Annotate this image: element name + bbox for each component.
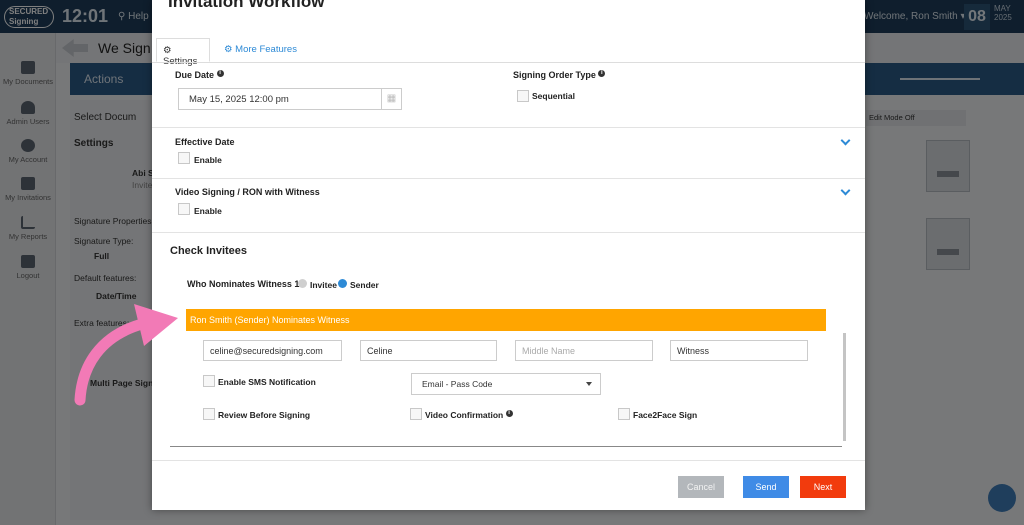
video-confirmation-checkbox[interactable] (410, 408, 422, 420)
tab-settings[interactable]: ⚙ Settings (156, 38, 210, 67)
chevron-down-icon[interactable] (840, 135, 851, 146)
pink-arrow-annotation (74, 304, 178, 406)
face2face-checkbox[interactable] (618, 408, 630, 420)
due-date-label: Due Date i (175, 70, 224, 80)
sms-notification-label: Enable SMS Notification (218, 377, 316, 387)
divider (152, 232, 865, 233)
info-icon[interactable]: i (598, 70, 606, 77)
info-icon[interactable]: i (505, 410, 513, 418)
nominator-banner: Ron Smith (Sender) Nominates Witness (186, 309, 826, 331)
authentication-select-value: Email - Pass Code (422, 379, 493, 389)
sender-radio-label: Sender (350, 280, 379, 290)
witness-last-name-input[interactable]: Witness (670, 340, 808, 361)
signing-order-label: Signing Order Type i (513, 70, 606, 80)
signing-order-label-text: Signing Order Type (513, 70, 596, 80)
witness-email-input[interactable]: celine@securedsigning.com (203, 340, 342, 361)
invitation-workflow-modal: Invitation Workflow ⚙ Settings ⚙ More Fe… (152, 0, 865, 510)
video-confirmation-text: Video Confirmation (425, 410, 504, 420)
tab-more-features-label: More Features (235, 44, 297, 55)
due-date-input[interactable]: May 15, 2025 12:00 pm ▦ (178, 88, 402, 110)
chat-icon[interactable] (988, 484, 1016, 512)
video-signing-enable-label: Enable (194, 206, 222, 216)
modal-tabs: ⚙ Settings ⚙ More Features (152, 14, 865, 67)
check-invitees-heading: Check Invitees (170, 245, 248, 257)
modal-title: Invitation Workflow (168, 0, 325, 11)
next-button[interactable]: Next (800, 476, 846, 498)
divider (152, 127, 865, 128)
divider (152, 178, 865, 179)
face2face-label: Face2Face Sign (633, 410, 698, 420)
invitee-radio[interactable] (298, 279, 307, 288)
sender-radio[interactable] (338, 279, 347, 288)
caret-down-icon (586, 382, 592, 386)
witness-middle-name-input[interactable]: Middle Name (515, 340, 653, 361)
gears-icon: ⚙ (224, 44, 233, 55)
chevron-down-icon[interactable] (840, 185, 851, 196)
video-confirmation-label: Video Confirmation i (425, 410, 513, 420)
calendar-icon[interactable]: ▦ (381, 89, 401, 109)
sequential-checkbox[interactable] (517, 90, 529, 102)
witness-first-name-input[interactable]: Celine (360, 340, 497, 361)
effective-date-label: Effective Date (175, 137, 235, 147)
video-signing-enable-checkbox[interactable] (178, 203, 190, 215)
authentication-select[interactable]: Email - Pass Code (411, 373, 601, 395)
send-button[interactable]: Send (743, 476, 789, 498)
scrollbar[interactable] (843, 333, 846, 441)
who-nominates-label: Who Nominates Witness 1: (187, 279, 303, 289)
effective-date-enable-checkbox[interactable] (178, 152, 190, 164)
review-before-signing-checkbox[interactable] (203, 408, 215, 420)
effective-date-enable-label: Enable (194, 155, 222, 165)
sequential-label: Sequential (532, 91, 575, 101)
due-date-label-text: Due Date (175, 70, 215, 80)
settings-scroll-area[interactable]: Due Date i May 15, 2025 12:00 pm ▦ Signi… (152, 62, 865, 460)
tab-more-features[interactable]: ⚙ More Features (218, 38, 303, 62)
cancel-button[interactable]: Cancel (678, 476, 724, 498)
sms-notification-checkbox[interactable] (203, 375, 215, 387)
info-icon[interactable]: i (216, 70, 224, 77)
invitee-radio-label: Invitee (310, 280, 337, 290)
video-signing-label: Video Signing / RON with Witness (175, 187, 320, 197)
gear-icon: ⚙ (163, 45, 172, 56)
due-date-value: May 15, 2025 12:00 pm (189, 94, 289, 105)
modal-footer: Cancel Send Next (152, 460, 865, 510)
review-before-signing-label: Review Before Signing (218, 410, 311, 420)
section-bottom-rule (170, 446, 842, 447)
